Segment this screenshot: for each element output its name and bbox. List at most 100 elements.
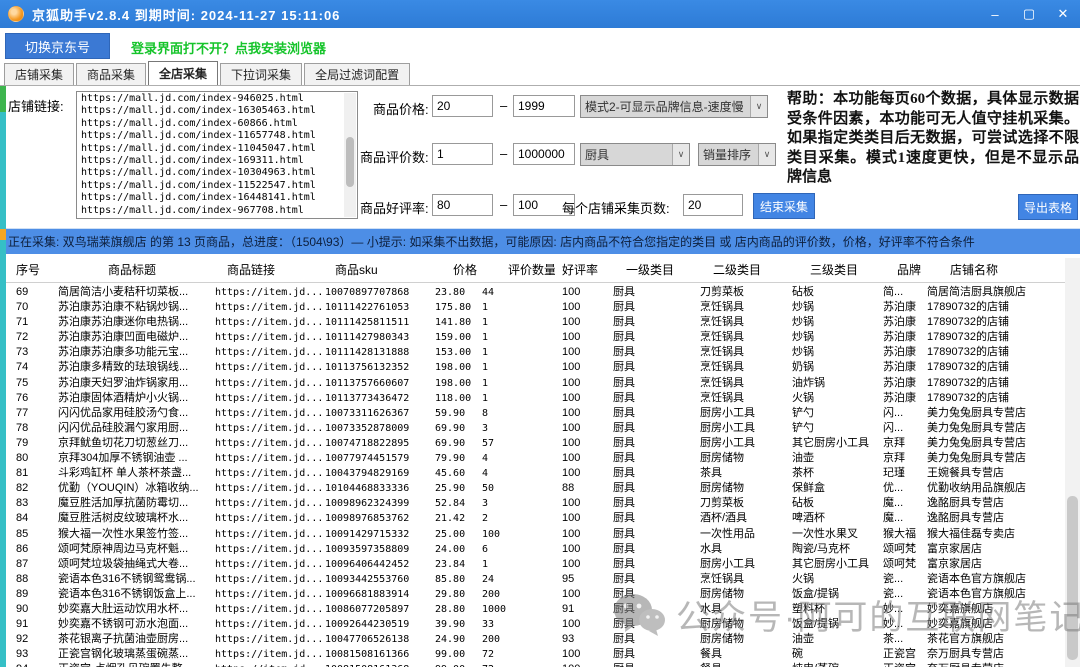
cell: 100 [555,391,613,406]
column-header[interactable]: 商品链接 [215,258,325,282]
sort-select[interactable]: 销量排序 ∨ [698,143,776,166]
table-row[interactable]: 79京拜鱿鱼切花刀切葱丝刀...https://item.jd...100747… [0,436,1080,451]
tab-3[interactable]: 下拉词采集 [220,63,302,85]
table-row[interactable]: 84魔豆胜活树皮纹玻璃杯水...https://item.jd...100989… [0,511,1080,526]
login-help-link[interactable]: 登录界面打不开？点我安装浏览器 [131,38,326,57]
cell: 逸酩厨具专营店 [927,511,1080,526]
table-scrollbar[interactable] [1065,258,1080,667]
rate-label: 商品好评率: [360,198,429,217]
column-header[interactable]: 序号 [16,258,58,282]
table-row[interactable]: 81斗彩鸡缸杯 单人茶杯茶盏...https://item.jd...10043… [0,466,1080,481]
tab-4[interactable]: 全局过滤词配置 [304,63,410,85]
reviews-range-dash: – [500,146,507,161]
cell: 10073352878009 [325,421,435,436]
cell: https://item.jd... [215,511,325,526]
pages-label: 每个店铺采集页数: [562,198,670,217]
tab-2[interactable]: 全店采集 [148,61,218,85]
cell: 烹饪锅具 [700,330,792,345]
category-select[interactable]: 厨具 ∨ [580,143,690,166]
cell: 正瓷宫 [883,662,927,667]
cell: 瓷语本色316不锈钢饭盒上... [58,587,215,602]
table-row[interactable]: 89瓷语本色316不锈钢饭盒上...https://item.jd...1009… [0,587,1080,602]
maximize-button[interactable]: ▢ [1012,0,1046,28]
cell: 100 [555,527,613,542]
cell: 简... [883,285,927,300]
column-header[interactable]: 店铺名称 [927,258,1080,282]
column-header[interactable]: 评价数量 [482,258,555,282]
tab-0[interactable]: 店铺采集 [4,63,74,85]
table-row[interactable]: 80京拜304加厚不锈钢油壶 ...https://item.jd...1007… [0,451,1080,466]
table-row[interactable]: 94正瓷宫-点烟孔贝碗置朱整...https://item.jd...10081… [0,662,1080,667]
price-min-input[interactable] [432,95,493,117]
table-row[interactable]: 82优勤（YOUQIN）冰箱收纳...https://item.jd...101… [0,481,1080,496]
reviews-min-input[interactable] [432,143,493,165]
export-table-button[interactable]: 导出表格 [1018,194,1078,220]
shop-link-line: https://mall.jd.com/index-11657748.html [81,130,343,142]
cell: 厨房小工具 [700,421,792,436]
cell: 美力兔兔厨具专营店 [927,451,1080,466]
cell: 富京家居店 [927,557,1080,572]
table-row[interactable]: 83魔豆胜活加厚抗菌防霉切...https://item.jd...100989… [0,496,1080,511]
table-row[interactable]: 77闪闪优品家用硅胶汤勺食...https://item.jd...100733… [0,406,1080,421]
table-row[interactable]: 92茶花银离子抗菌油壶厨房...https://item.jd...100477… [0,632,1080,647]
cell: 100 [555,617,613,632]
table-row[interactable]: 90妙奕嘉大肚运动饮用水杯...https://item.jd...100860… [0,602,1080,617]
column-header[interactable]: 商品sku [325,258,435,282]
cell: 妙奕嘉旗舰店 [927,617,1080,632]
table-row[interactable]: 86颂呵梵原神周边马克杯魁...https://item.jd...100935… [0,542,1080,557]
minimize-button[interactable]: – [978,0,1012,28]
cell: 厨具 [613,451,700,466]
table-row[interactable]: 73苏泊康苏泊康多功能元宝...https://item.jd...101114… [0,345,1080,360]
cell: 猴大福佳磊专卖店 [927,527,1080,542]
price-max-input[interactable] [513,95,575,117]
cell: 苏泊康天妇罗油炸锅家用... [58,376,215,391]
cell: https://item.jd... [215,647,325,662]
table-row[interactable]: 93正瓷宫钢化玻璃蒸蛋碗蒸...https://item.jd...100815… [0,647,1080,662]
cell: 一次性用品 [700,527,792,542]
tab-1[interactable]: 商品采集 [76,63,146,85]
column-header[interactable]: 一级类目 [613,258,700,282]
column-header[interactable]: 价格 [435,258,482,282]
shop-links-textarea[interactable]: https://mall.jd.com/index-946025.htmlhtt… [76,91,358,219]
cell: 100 [555,511,613,526]
column-header[interactable]: 二级类目 [700,258,792,282]
cell: 10098962324399 [325,496,435,511]
shop-link-line: https://mall.jd.com/index-946025.html [81,93,343,105]
table-row[interactable]: 85猴大福一次性水果签竹签...https://item.jd...100914… [0,527,1080,542]
column-header[interactable]: 三级类目 [792,258,883,282]
links-scrollbar[interactable] [344,93,356,217]
table-row[interactable]: 72苏泊康苏泊康凹面电磁炉...https://item.jd...101114… [0,330,1080,345]
mode-select[interactable]: 模式2-可显示品牌信息-速度慢 ∨ [580,95,768,118]
column-header[interactable]: 品牌 [883,258,927,282]
switch-jd-account-button[interactable]: 切换京东号 [5,33,110,59]
reviews-max-input[interactable] [513,143,575,165]
shop-link-line: https://mall.jd.com/index-11045047.html [81,143,343,155]
cell: 100 [555,587,613,602]
table-row[interactable]: 87颂呵梵垃圾袋抽绳式大卷...https://item.jd...100964… [0,557,1080,572]
close-button[interactable]: ✕ [1046,0,1080,28]
results-table: 序号商品标题商品链接商品sku价格评价数量好评率一级类目二级类目三级类目品牌店铺… [0,258,1080,667]
table-row[interactable]: 88瓷语本色316不锈钢鸳鸯锅...https://item.jd...1009… [0,572,1080,587]
table-row[interactable]: 78闪闪优品硅胶漏勺家用厨...https://item.jd...100733… [0,421,1080,436]
table-row[interactable]: 70苏泊康苏泊康不粘锅炒锅...https://item.jd...101114… [0,300,1080,315]
column-header[interactable]: 商品标题 [58,258,215,282]
cell: 100 [555,466,613,481]
pages-input[interactable] [683,194,743,216]
cell: 141.80 [435,315,482,330]
table-row[interactable]: 75苏泊康天妇罗油炸锅家用...https://item.jd...101137… [0,376,1080,391]
status-bar: 正在采集: 双鸟瑞莱旗舰店 的第 13 页商品，总进度：（1504\93）— 小… [0,228,1080,254]
cell: 简居简洁小麦秸秆切菜板... [58,285,215,300]
table-row[interactable]: 69简居简洁小麦秸秆切菜板...https://item.jd...100708… [0,285,1080,300]
rate-min-input[interactable] [432,194,493,216]
cell: 闪... [883,421,927,436]
stop-collect-button[interactable]: 结束采集 [753,193,815,219]
table-row[interactable]: 71苏泊康苏泊康迷你电热锅...https://item.jd...101114… [0,315,1080,330]
cell: 厨具 [613,481,700,496]
column-header[interactable]: 好评率 [555,258,613,282]
table-row[interactable]: 76苏泊康固体酒精炉小火锅...https://item.jd...101137… [0,391,1080,406]
table-row[interactable]: 91妙奕嘉不锈钢可沥水泡面...https://item.jd...100926… [0,617,1080,632]
table-row[interactable]: 74苏泊康多精致的珐琅锅线...https://item.jd...101137… [0,360,1080,375]
cell: 魔... [883,496,927,511]
shop-link-line: https://mall.jd.com/index-16305463.html [81,105,343,117]
rate-range-dash: – [500,197,507,212]
